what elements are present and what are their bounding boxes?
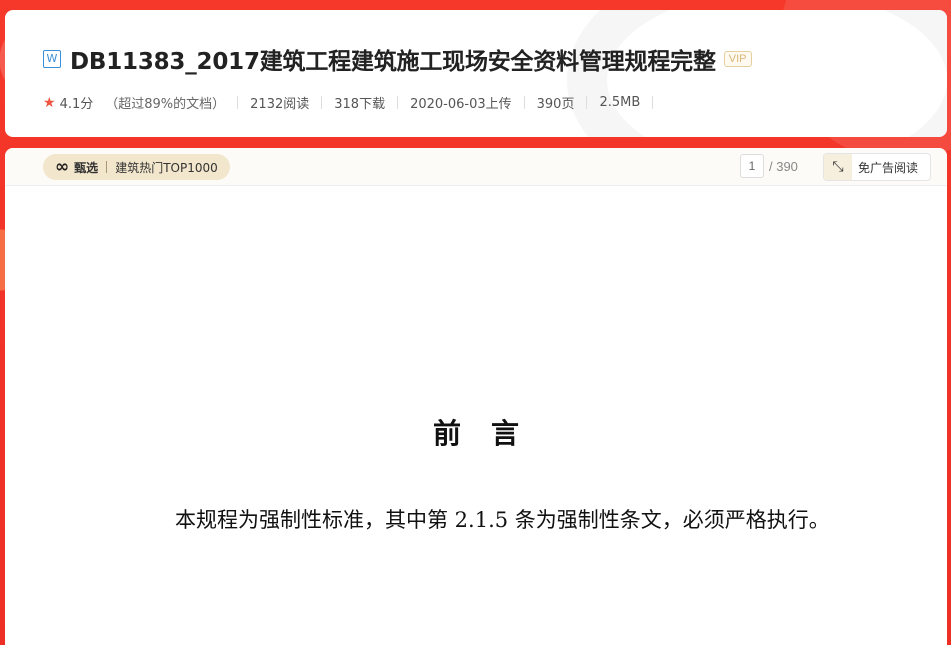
document-header: W DB11383_2017建筑工程建筑施工现场安全资料管理规程完整 VIP ★… (5, 10, 947, 137)
vip-badge[interactable]: VIP (723, 51, 752, 67)
divider (321, 96, 323, 109)
viewer-toolbar: ∞ 甄选 建筑热门TOP1000 1 / 390 ⤡ 免广告阅读 (5, 148, 947, 186)
document-viewer: ∞ 甄选 建筑热门TOP1000 1 / 390 ⤡ 免广告阅读 前言 本规程为… (5, 148, 947, 645)
star-icon: ★ (43, 94, 56, 111)
ad-free-reading-button[interactable]: ⤡ 免广告阅读 (823, 153, 931, 181)
divider (237, 96, 239, 109)
file-size: 2.5MB (599, 95, 641, 110)
download-count: 318下载 (334, 97, 386, 112)
rating-percentile: （超过89%的文档） (105, 97, 226, 112)
expand-icon: ⤡ (824, 154, 852, 180)
divider (586, 96, 588, 109)
page-count: 390页 (536, 97, 575, 112)
word-icon: W (43, 50, 61, 68)
document-page: 前言 本规程为强制性标准，其中第 2.1.5 条为强制性条文，必须严格执行。 (5, 186, 947, 645)
total-pages: / 390 (769, 159, 798, 174)
document-paragraph: 本规程为强制性标准，其中第 2.1.5 条为强制性条文，必须严格执行。 (175, 508, 830, 532)
rating: 4.1分 (59, 97, 94, 112)
selection-tag: 建筑热门TOP1000 (115, 160, 218, 175)
infinity-icon: ∞ (55, 157, 70, 177)
divider (397, 96, 399, 109)
divider (652, 96, 654, 109)
divider (106, 161, 108, 173)
document-meta: ★ 4.1分 （超过89%的文档） 2132阅读 318下载 2020-06-0… (43, 93, 665, 112)
selection-badge[interactable]: ∞ 甄选 建筑热门TOP1000 (43, 154, 230, 180)
ad-free-label: 免广告阅读 (858, 160, 919, 175)
current-page-input[interactable]: 1 (740, 154, 764, 178)
read-count: 2132阅读 (250, 97, 310, 112)
preface-heading: 前言 (432, 417, 549, 450)
divider (523, 96, 525, 109)
upload-date: 2020-06-03上传 (410, 97, 512, 112)
document-title: DB11383_2017建筑工程建筑施工现场安全资料管理规程完整 (70, 49, 716, 75)
selection-brand: 甄选 (74, 160, 99, 175)
title-row: W DB11383_2017建筑工程建筑施工现场安全资料管理规程完整 VIP (43, 42, 927, 76)
